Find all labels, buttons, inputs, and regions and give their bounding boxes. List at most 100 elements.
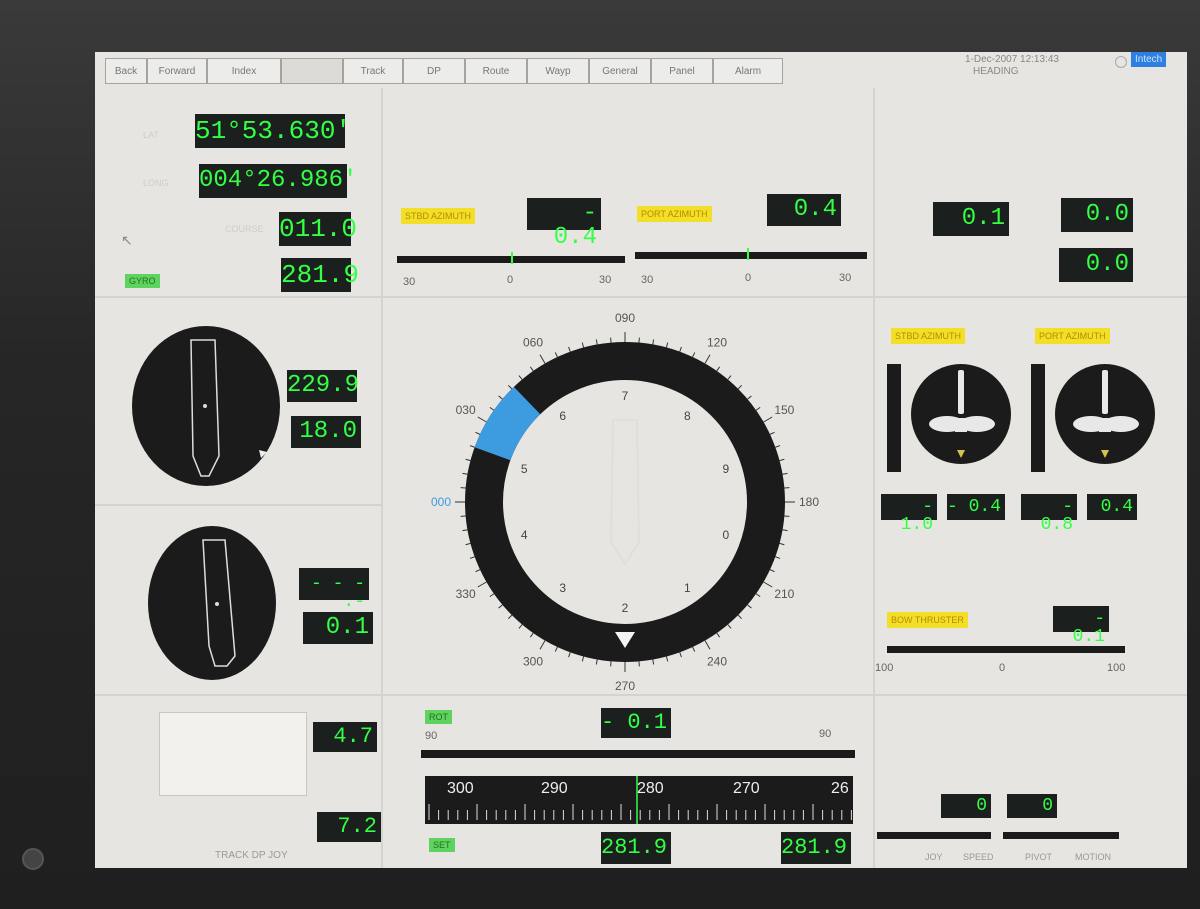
compass-tick xyxy=(554,646,558,652)
compass-tick xyxy=(769,569,775,573)
compass-tick xyxy=(465,542,471,546)
motion-button[interactable]: MOTION xyxy=(1075,852,1111,862)
current-speed-readout: 0.1 xyxy=(303,612,373,644)
menu-route-button[interactable]: Route xyxy=(465,58,527,84)
compass-tick xyxy=(679,652,682,658)
compass-label-210: 210 xyxy=(774,587,794,601)
joystick-scale-left xyxy=(877,832,991,839)
longitude-readout: 004°26.986' xyxy=(199,164,357,198)
port-thruster-readout-a: - 0.8 xyxy=(1021,494,1077,534)
rot-scale-right: 90 xyxy=(819,728,832,740)
bow-thruster-scale xyxy=(887,646,1125,653)
rot-tag: ROT xyxy=(425,710,452,724)
compass-ship-outline xyxy=(610,419,640,566)
compass-inner-9: 9 xyxy=(722,462,729,476)
stbd-scale-mid: 0 xyxy=(507,274,514,286)
compass-tick xyxy=(747,395,752,400)
menu-dp-button[interactable]: DP xyxy=(403,58,465,84)
stbd-thruster-readout-a: - 1.0 xyxy=(881,494,937,534)
menu-index-button[interactable]: Index xyxy=(207,58,281,84)
compass-tick xyxy=(755,593,761,598)
divider-h1 xyxy=(95,296,1187,298)
compass-tick xyxy=(581,342,585,348)
lat-label: LAT xyxy=(143,130,159,140)
port-scale-left: 30 xyxy=(641,274,654,286)
actual-heading-readout: 281.9 xyxy=(601,832,671,864)
right-top-readout-2: 0.0 xyxy=(1061,198,1133,232)
bottom-left-readout-1: 4.7 xyxy=(313,722,377,752)
joystick-readout-2: 0 xyxy=(1007,794,1057,818)
lon-label: LONG xyxy=(143,178,169,188)
compass-tick xyxy=(775,445,781,448)
compass-inner-5: 5 xyxy=(521,462,528,476)
right-top-readout-3: 0.0 xyxy=(1059,248,1133,282)
speed-button[interactable]: SPEED xyxy=(963,852,994,862)
menu-blank-button[interactable] xyxy=(281,58,343,84)
compass-tick xyxy=(539,354,546,364)
compass-tick xyxy=(692,646,696,652)
menu-panel-button[interactable]: Panel xyxy=(651,58,713,84)
set-heading-tag: SET xyxy=(429,838,455,852)
menu-general-button[interactable]: General xyxy=(589,58,651,84)
menu-forward-button[interactable]: Forward xyxy=(147,58,207,84)
rot-readout: - 0.1 xyxy=(601,708,671,738)
tape-label-280: 280 xyxy=(637,780,664,797)
compass-inner-6: 6 xyxy=(559,409,566,423)
wind-direction-readout: 229.9 xyxy=(287,370,359,402)
compass-tick xyxy=(737,384,743,390)
compass-label-150: 150 xyxy=(774,403,794,417)
bow-scale-mid: 0 xyxy=(999,662,1006,674)
compass-label-060: 060 xyxy=(523,336,543,350)
compass-tick xyxy=(568,346,571,352)
compass-label-240: 240 xyxy=(707,654,727,668)
compass-tick xyxy=(704,354,711,364)
stbd-thruster-tag: STBD AZIMUTH xyxy=(891,328,966,344)
port-azimuth-marker xyxy=(747,248,749,260)
compass-inner-7: 7 xyxy=(622,389,629,403)
compass-tick xyxy=(782,472,788,475)
port-thruster-dial xyxy=(1055,364,1155,464)
compass-tick xyxy=(469,556,475,559)
tape-labels: 300 290 280 270 26 xyxy=(425,780,853,800)
compass-tick xyxy=(477,416,487,423)
stbd-scale-left: 30 xyxy=(403,276,416,288)
compass-tick xyxy=(716,632,721,638)
set-heading-readout: 281.9 xyxy=(781,832,851,864)
port-azimuth-tag: PORT AZIMUTH xyxy=(637,206,712,222)
compass-inner-3: 3 xyxy=(559,581,566,595)
stbd-thruster-readout-b: - 0.4 xyxy=(947,494,1005,520)
menu-back-button[interactable]: Back xyxy=(105,58,147,84)
bow-scale-right: 100 xyxy=(1107,662,1126,674)
compass-tick xyxy=(489,406,495,411)
compass-tick xyxy=(539,640,546,650)
compass-tick xyxy=(581,656,585,662)
compass-tick xyxy=(462,529,468,532)
compass-label-180: 180 xyxy=(799,495,819,509)
menu-wayp-button[interactable]: Wayp xyxy=(527,58,589,84)
tape-label-270: 270 xyxy=(733,780,760,797)
compass-label-000: 000 xyxy=(431,495,451,509)
compass-tick xyxy=(529,366,534,372)
joy-button[interactable]: JOY xyxy=(925,852,943,862)
compass-label-300: 300 xyxy=(523,654,543,668)
course-readout: 011.0 xyxy=(279,212,358,246)
pivot-button[interactable]: PIVOT xyxy=(1025,852,1052,862)
compass-tick xyxy=(763,416,773,423)
divider-v2 xyxy=(873,88,875,868)
datetime: 1-Dec-2007 12:13:43 xyxy=(965,54,1059,65)
compass-tick xyxy=(763,581,773,588)
compass-tick xyxy=(775,556,781,559)
bottom-left-readout-2: 7.2 xyxy=(317,812,381,842)
joystick-scale-right xyxy=(1003,832,1119,839)
compass-inner-0: 0 xyxy=(722,528,729,542)
compass-label-030: 030 xyxy=(456,403,476,417)
compass-inner-1: 1 xyxy=(684,581,691,595)
joystick-readout-1: 0 xyxy=(941,794,991,818)
wind-speed-readout: 18.0 xyxy=(291,416,361,448)
menu-alarm-button[interactable]: Alarm xyxy=(713,58,783,84)
compass-tick xyxy=(507,614,513,620)
power-button[interactable] xyxy=(22,848,44,870)
menu-track-button[interactable]: Track xyxy=(343,58,403,84)
gyro-tag: GYRO xyxy=(125,274,160,288)
stbd-azimuth-marker xyxy=(511,252,513,264)
